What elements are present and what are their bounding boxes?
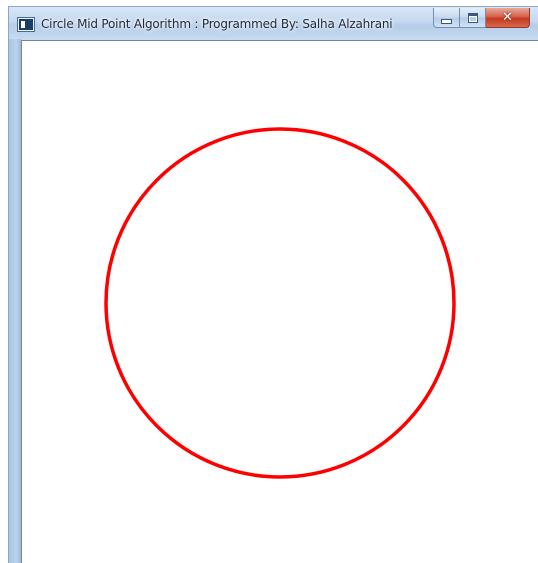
window-frame-left <box>8 39 21 563</box>
close-icon: ✕ <box>502 10 513 25</box>
drawing-canvas[interactable] <box>21 40 538 563</box>
maximize-button[interactable] <box>460 8 486 28</box>
midpoint-circle <box>104 127 456 479</box>
minimize-icon <box>441 18 452 24</box>
minimize-button[interactable] <box>433 8 460 28</box>
close-button[interactable]: ✕ <box>486 8 530 28</box>
maximize-icon <box>467 12 478 23</box>
app-window: Circle Mid Point Algorithm : Programmed … <box>8 6 538 563</box>
canvas-surface <box>104 127 456 479</box>
title-bar[interactable]: Circle Mid Point Algorithm : Programmed … <box>8 6 538 40</box>
application-icon[interactable] <box>18 18 34 31</box>
window-title: Circle Mid Point Algorithm : Programmed … <box>41 17 393 31</box>
caption-buttons: ✕ <box>433 8 530 28</box>
